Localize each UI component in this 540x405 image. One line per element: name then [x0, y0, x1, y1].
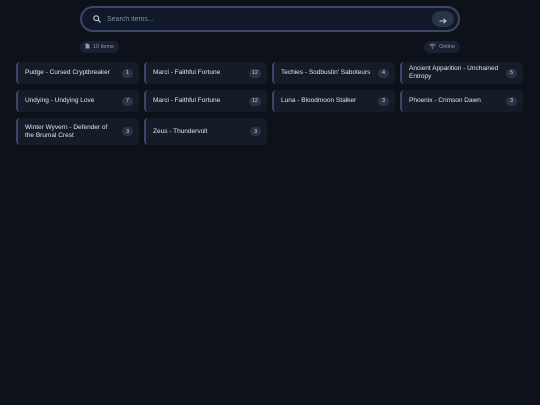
item-card[interactable]: Phoenix - Crimson Dawn 3	[400, 90, 523, 112]
item-title: Marci - Faithful Fortune	[153, 97, 221, 104]
item-count: 5	[506, 68, 517, 78]
item-title: Luna - Bloodmoon Stalker	[281, 97, 357, 104]
item-count-label: 10 items	[93, 44, 114, 50]
arrow-right-icon	[439, 12, 447, 27]
search-bar	[80, 6, 460, 32]
item-title: Ancient Apparition - Unchained Entropy	[409, 65, 499, 80]
item-title: Winter Wyvern - Defender of the Brumal C…	[25, 123, 108, 139]
meta-row: 10 items Online	[80, 41, 460, 53]
item-card[interactable]: Marci - Faithful Fortune 12	[144, 62, 267, 84]
connection-status-label: Online	[439, 44, 455, 50]
item-count: 3	[506, 96, 517, 106]
item-card[interactable]: Pudge - Cursed Cryptbreaker 1	[16, 62, 139, 84]
item-card[interactable]: Luna - Bloodmoon Stalker 3	[272, 90, 395, 112]
item-count: 4	[378, 68, 389, 78]
connection-status-badge: Online	[424, 41, 460, 53]
item-card[interactable]: Winter Wyvern - Defender of the Brumal C…	[16, 118, 139, 145]
search-icon	[92, 14, 102, 24]
item-count-badge: 10 items	[80, 41, 119, 53]
item-card[interactable]: Zeus - Thundervolt 3	[144, 118, 267, 145]
item-count: 3	[250, 127, 261, 136]
item-count: 3	[378, 96, 389, 106]
item-card[interactable]: Undying - Undying Love 7	[16, 90, 139, 112]
wifi-icon	[429, 43, 436, 51]
item-count: 3	[122, 127, 133, 136]
item-count: 12	[248, 96, 261, 106]
search-input[interactable]	[107, 8, 432, 30]
item-title: Pudge - Cursed Cryptbreaker	[25, 69, 110, 76]
search-submit-button[interactable]	[432, 11, 454, 27]
item-card[interactable]: Techies - Sodbustin' Saboteurs 4	[272, 62, 395, 84]
item-grid: Pudge - Cursed Cryptbreaker 1 Marci - Fai…	[16, 62, 523, 145]
item-title: Zeus - Thundervolt	[153, 127, 208, 135]
item-count: 1	[122, 68, 133, 78]
item-card[interactable]: Ancient Apparition - Unchained Entropy 5	[400, 62, 523, 84]
item-title: Phoenix - Crimson Dawn	[409, 97, 481, 104]
item-title: Techies - Sodbustin' Saboteurs	[281, 69, 371, 76]
item-count: 7	[122, 96, 133, 106]
document-icon	[85, 43, 90, 51]
item-count: 12	[248, 68, 261, 78]
item-card[interactable]: Marci - Faithful Fortune 12	[144, 90, 267, 112]
item-title: Marci - Faithful Fortune	[153, 69, 221, 76]
item-title: Undying - Undying Love	[25, 97, 95, 104]
